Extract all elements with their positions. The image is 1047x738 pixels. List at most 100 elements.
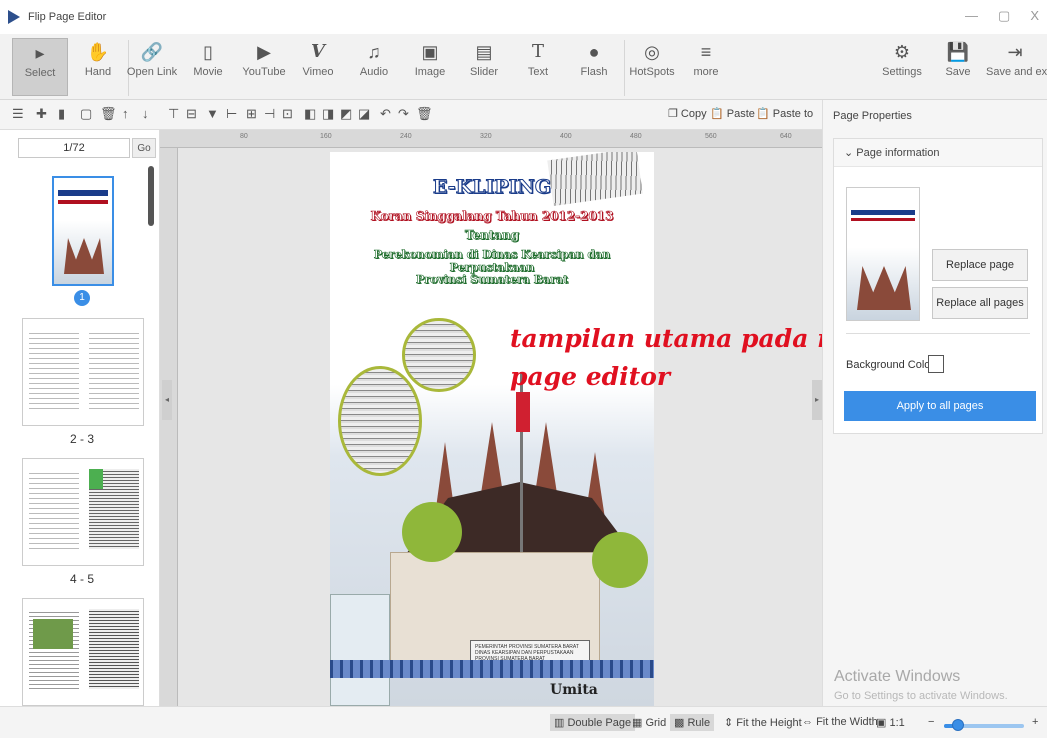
exit-icon: ⇥: [1007, 42, 1023, 62]
movie-icon: ▯: [203, 42, 213, 62]
rule-toggle[interactable]: ▩ Rule: [670, 714, 715, 731]
fit-height-button[interactable]: ⇕ Fit the Height: [724, 716, 802, 729]
thumb-text-left: [29, 329, 79, 409]
zoom-in-button[interactable]: +: [1032, 716, 1038, 728]
fence: [330, 660, 654, 678]
text-button[interactable]: T Text: [510, 38, 566, 96]
page-label-4-5: 4 - 5: [69, 572, 94, 586]
background-color-swatch[interactable]: [928, 355, 944, 373]
align-top-icon[interactable]: ⊤: [168, 106, 179, 122]
youtube-button[interactable]: ▶ YouTube: [236, 38, 292, 96]
flash-button[interactable]: ● Flash: [566, 38, 622, 96]
copy-icon: ❐: [668, 108, 681, 120]
movie-button[interactable]: ▯ Movie: [180, 38, 236, 96]
text-icon: T: [531, 41, 544, 62]
replace-page-button[interactable]: Replace page: [932, 249, 1028, 281]
zoom-slider-knob[interactable]: [952, 719, 965, 731]
thumb-newspaper: [89, 609, 139, 689]
horizontal-ruler: 80 160 240 320 400 480 560 640: [160, 130, 822, 148]
collapse-left-handle[interactable]: ◂: [162, 380, 172, 420]
align-middle-icon[interactable]: ⊟: [186, 106, 197, 122]
paste-button[interactable]: 📋 Paste: [710, 107, 755, 120]
open-link-button[interactable]: 🔗 Open Link: [124, 38, 180, 96]
editor-canvas[interactable]: 80 160 240 320 400 480 560 640 ◂ ▸ E-KLI…: [160, 130, 822, 706]
double-page-toggle[interactable]: ▥ Double Page: [550, 714, 636, 731]
duplicate-icon[interactable]: ▢: [80, 106, 92, 122]
paste-icon: 📋: [710, 108, 727, 120]
add-page-icon[interactable]: ✚: [36, 106, 47, 122]
side-sign: [330, 594, 390, 706]
cover-province: Provinsi Sumatera Barat: [415, 273, 569, 287]
page-information-header[interactable]: ⌄ Page information: [834, 139, 1042, 167]
more-button[interactable]: ≡ more: [678, 38, 734, 96]
thumb-roof: [64, 238, 104, 274]
list-icon[interactable]: ☰: [12, 106, 24, 122]
actual-size-icon: ▣: [876, 717, 890, 729]
move-up-icon[interactable]: ↑: [122, 106, 129, 121]
settings-button[interactable]: ⚙ Settings: [874, 38, 930, 96]
bring-forward-icon[interactable]: ◨: [322, 106, 334, 122]
save-button[interactable]: 💾 Save: [930, 38, 986, 96]
trash-icon[interactable]: 🗑: [416, 106, 433, 122]
page-thumbnail-1[interactable]: [52, 176, 114, 286]
audio-button[interactable]: ♫ Audio: [346, 38, 402, 96]
actual-size-button[interactable]: ▣ 1:1: [876, 716, 905, 729]
gear-icon: ⚙: [893, 42, 911, 62]
image-icon: ▣: [421, 42, 439, 62]
background-color-label: Background Color: [846, 359, 935, 371]
thumbnail-scrollbar[interactable]: [148, 166, 154, 226]
page-number-input[interactable]: 1/72: [18, 138, 130, 158]
send-back-icon[interactable]: ◪: [358, 106, 370, 122]
cover-topic-label: Tentang: [464, 228, 520, 243]
grid-toggle[interactable]: ▦ Grid: [632, 716, 666, 729]
distribute-icon[interactable]: ⊡: [282, 106, 293, 122]
hotspots-button[interactable]: ◎ HotSpots: [624, 38, 680, 96]
restore-button[interactable]: ▢: [998, 8, 1010, 24]
link-icon: 🔗: [140, 42, 164, 62]
cover-page[interactable]: E-KLIPING Koran Singgalang Tahun 2012-20…: [330, 152, 654, 706]
minimize-button[interactable]: —: [965, 8, 978, 24]
close-button[interactable]: X: [1030, 8, 1039, 24]
page-thumbnail-2-3[interactable]: [22, 318, 144, 426]
fit-width-button[interactable]: ⇔ Fit the Width: [802, 716, 878, 728]
select-tool-button[interactable]: ▸ Select: [12, 38, 68, 96]
paste-to-icon: 📋: [756, 108, 773, 120]
redo-icon[interactable]: ↷: [398, 106, 409, 122]
copy-button[interactable]: ❐ Copy: [668, 107, 707, 120]
move-down-icon[interactable]: ↓: [142, 106, 149, 121]
page-toolbar: ☰ ✚ ▮ ▢ 🗑 ↑ ↓ ⊤ ⊟ ▼ ⊢ ⊞ ⊣ ⊡ ◧ ◨ ◩ ◪ ↶ ↷ …: [0, 100, 822, 130]
delete-page-icon[interactable]: 🗑: [100, 106, 117, 122]
page-information-section: ⌄ Page information Replace page Replace …: [833, 138, 1043, 434]
activate-windows-watermark: Activate Windows: [834, 668, 961, 685]
apply-to-all-pages-button[interactable]: Apply to all pages: [844, 391, 1036, 421]
align-center-icon[interactable]: ⊞: [246, 106, 257, 122]
align-bottom-icon[interactable]: ▼: [206, 106, 219, 121]
slider-icon: ▤: [475, 42, 493, 62]
vimeo-icon: V: [311, 41, 325, 62]
hand-icon: ✋: [86, 42, 110, 62]
align-right-icon[interactable]: ⊣: [264, 106, 275, 122]
page-thumbnail-4-5[interactable]: [22, 458, 144, 566]
save-and-exit-button[interactable]: ⇥ Save and exit: [986, 38, 1047, 96]
ruler-icon: ▩: [674, 717, 688, 729]
send-backward-icon[interactable]: ◩: [340, 106, 352, 122]
go-button[interactable]: Go: [132, 138, 156, 158]
align-left-icon[interactable]: ⊢: [226, 106, 237, 122]
replace-all-pages-button[interactable]: Replace all pages: [932, 287, 1028, 319]
bring-front-icon[interactable]: ◧: [304, 106, 316, 122]
undo-icon[interactable]: ↶: [380, 106, 391, 122]
divider: [846, 333, 1030, 334]
zoom-out-button[interactable]: −: [928, 716, 934, 728]
vimeo-button[interactable]: V Vimeo: [290, 38, 346, 96]
hand-tool-button[interactable]: ✋ Hand: [70, 38, 126, 96]
slider-button[interactable]: ▤ Slider: [456, 38, 512, 96]
cover-topic: Perekonomian di Dinas Kearsipan dan Perp…: [373, 248, 611, 275]
flash-icon: ●: [588, 42, 600, 62]
thumb-title-bar: [58, 190, 108, 196]
preview-subtitle-bar: [851, 218, 915, 221]
paste-to-button[interactable]: 📋 Paste to: [756, 107, 813, 120]
window-title: Flip Page Editor: [28, 11, 107, 23]
image-button[interactable]: ▣ Image: [402, 38, 458, 96]
page-thumbnail-6-7[interactable]: [22, 598, 144, 706]
insert-page-icon[interactable]: ▮: [58, 106, 65, 122]
